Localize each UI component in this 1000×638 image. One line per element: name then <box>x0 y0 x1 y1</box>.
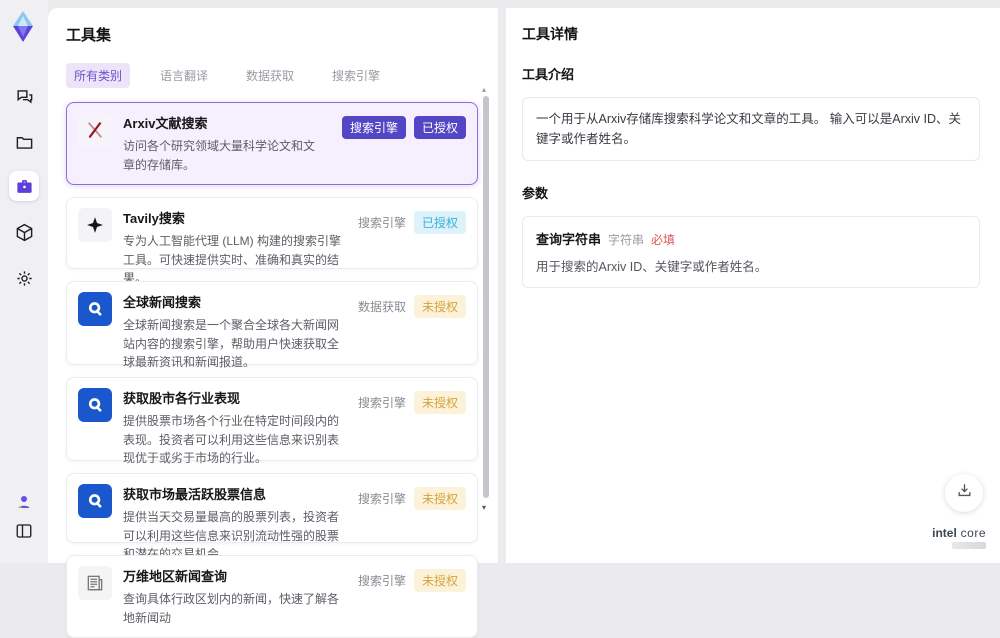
category-label: 搜索引擎 <box>358 391 406 414</box>
scroll-down-icon[interactable]: ▾ <box>482 504 486 512</box>
param-description: 用于搜索的Arxiv ID、关键字或作者姓名。 <box>536 256 966 275</box>
param-required-flag: 必填 <box>651 231 675 248</box>
core-wordmark: core <box>961 526 986 540</box>
tavily-star-icon <box>78 208 112 242</box>
app-logo <box>8 10 38 44</box>
newspaper-icon <box>78 566 112 600</box>
category-label: 搜索引擎 <box>358 569 406 592</box>
auth-status-badge: 未授权 <box>414 295 466 318</box>
param-name: 查询字符串 <box>536 229 601 248</box>
tool-name: 获取股市各行业表现 <box>123 388 343 407</box>
tool-list: Arxiv文献搜索 访问各个研究领域大量科学论文和文章的存储库。 搜索引擎 已授… <box>66 102 478 638</box>
tool-detail-panel: 工具详情 工具介绍 一个用于从Arxiv存储库搜索科学论文和文章的工具。 输入可… <box>506 8 1000 563</box>
tool-name: 获取市场最活跃股票信息 <box>123 484 343 503</box>
auth-status-badge: 未授权 <box>414 391 466 414</box>
tool-card-arxiv[interactable]: Arxiv文献搜索 访问各个研究领域大量科学论文和文章的存储库。 搜索引擎 已授… <box>66 102 478 185</box>
blue-search-icon <box>78 388 112 422</box>
tool-name: 全球新闻搜索 <box>123 292 343 311</box>
tool-description: 专为人工智能代理 (LLM) 构建的搜索引擎工具。可快速提供实时、准确和真实的结… <box>123 232 343 288</box>
tab-data-fetch[interactable]: 数据获取 <box>238 63 302 88</box>
category-tabs: 所有类别 语言翻译 数据获取 搜索引擎 <box>66 63 498 88</box>
blue-search-icon <box>78 292 112 326</box>
panel-toggle-icon <box>15 522 33 540</box>
download-button[interactable] <box>945 474 983 512</box>
tab-translation[interactable]: 语言翻译 <box>152 63 216 88</box>
tool-card-regional-news[interactable]: 万维地区新闻查询 查询具体行政区划内的新闻，快速了解各地新闻动 搜索引擎 未授权 <box>66 555 478 638</box>
sidebar-item-tools[interactable] <box>9 171 39 201</box>
tab-all-categories[interactable]: 所有类别 <box>66 63 130 88</box>
tool-description: 全球新闻搜索是一个聚合全球各大新闻网站内容的搜索引擎，帮助用户快速获取全球最新资… <box>123 316 343 372</box>
tool-intro-text: 一个用于从Arxiv存储库搜索科学论文和文章的工具。 输入可以是Arxiv ID… <box>536 112 961 146</box>
tool-description: 提供股票市场各个行业在特定时间段内的表现。投资者可以利用这些信息来识别表现优于或… <box>123 412 343 468</box>
briefcase-icon <box>15 177 34 196</box>
tool-card-active-stocks[interactable]: 获取市场最活跃股票信息 提供当天交易量最高的股票列表，投资者可以利用这些信息来识… <box>66 473 478 543</box>
blue-search-icon <box>78 484 112 518</box>
sidebar-item-collapse[interactable] <box>9 516 39 546</box>
tool-card-tavily[interactable]: Tavily搜索 专为人工智能代理 (LLM) 构建的搜索引擎工具。可快速提供实… <box>66 197 478 269</box>
tab-search-engine[interactable]: 搜索引擎 <box>324 63 388 88</box>
settings-gear-icon <box>15 269 34 288</box>
intel-logo-subtext <box>952 542 986 549</box>
tool-name: Tavily搜索 <box>123 208 343 227</box>
arxiv-logo-icon <box>78 113 112 147</box>
intro-heading: 工具介绍 <box>522 64 980 83</box>
sidebar-item-account[interactable] <box>9 487 39 517</box>
category-label: 搜索引擎 <box>358 211 406 234</box>
folder-icon <box>15 133 34 152</box>
sidebar-rail <box>0 0 48 563</box>
intel-core-logo: intel core <box>932 526 986 549</box>
param-type: 字符串 <box>608 231 644 248</box>
category-label: 数据获取 <box>358 295 406 318</box>
list-scrollbar[interactable]: ▴ ▾ <box>482 88 490 520</box>
user-icon <box>15 493 33 511</box>
chat-icon <box>15 87 34 106</box>
auth-status-badge: 未授权 <box>414 487 466 510</box>
tool-card-stock-sectors[interactable]: 获取股市各行业表现 提供股票市场各个行业在特定时间段内的表现。投资者可以利用这些… <box>66 377 478 461</box>
tool-card-global-news[interactable]: 全球新闻搜索 全球新闻搜索是一个聚合全球各大新闻网站内容的搜索引擎，帮助用户快速… <box>66 281 478 365</box>
tool-list-panel: 工具集 所有类别 语言翻译 数据获取 搜索引擎 Arxiv文献搜索 访问各个研究… <box>48 8 498 563</box>
page-title: 工具集 <box>66 24 498 45</box>
category-badge: 搜索引擎 <box>342 116 406 139</box>
auth-status-badge: 未授权 <box>414 569 466 592</box>
sidebar-item-settings[interactable] <box>9 263 39 293</box>
tool-description: 查询具体行政区划内的新闻，快速了解各地新闻动 <box>123 590 343 627</box>
tool-name: 万维地区新闻查询 <box>123 566 343 585</box>
tool-intro-card: 一个用于从Arxiv存储库搜索科学论文和文章的工具。 输入可以是Arxiv ID… <box>522 97 980 161</box>
tool-description: 访问各个研究领域大量科学论文和文章的存储库。 <box>123 137 327 174</box>
sidebar-item-packages[interactable] <box>9 217 39 247</box>
download-icon <box>956 482 973 504</box>
cube-icon <box>15 223 34 242</box>
parameter-card: 查询字符串 字符串 必填 用于搜索的Arxiv ID、关键字或作者姓名。 <box>522 216 980 288</box>
auth-status-badge: 已授权 <box>414 211 466 234</box>
sidebar-item-files[interactable] <box>9 127 39 157</box>
detail-title: 工具详情 <box>522 24 980 44</box>
scrollbar-thumb[interactable] <box>483 96 489 498</box>
auth-status-badge: 已授权 <box>414 116 466 139</box>
scroll-up-icon[interactable]: ▴ <box>482 86 486 94</box>
sidebar-item-chat[interactable] <box>9 81 39 111</box>
category-label: 搜索引擎 <box>358 487 406 510</box>
tool-name: Arxiv文献搜索 <box>123 113 327 132</box>
params-heading: 参数 <box>522 183 980 202</box>
intel-wordmark: intel <box>932 526 957 540</box>
